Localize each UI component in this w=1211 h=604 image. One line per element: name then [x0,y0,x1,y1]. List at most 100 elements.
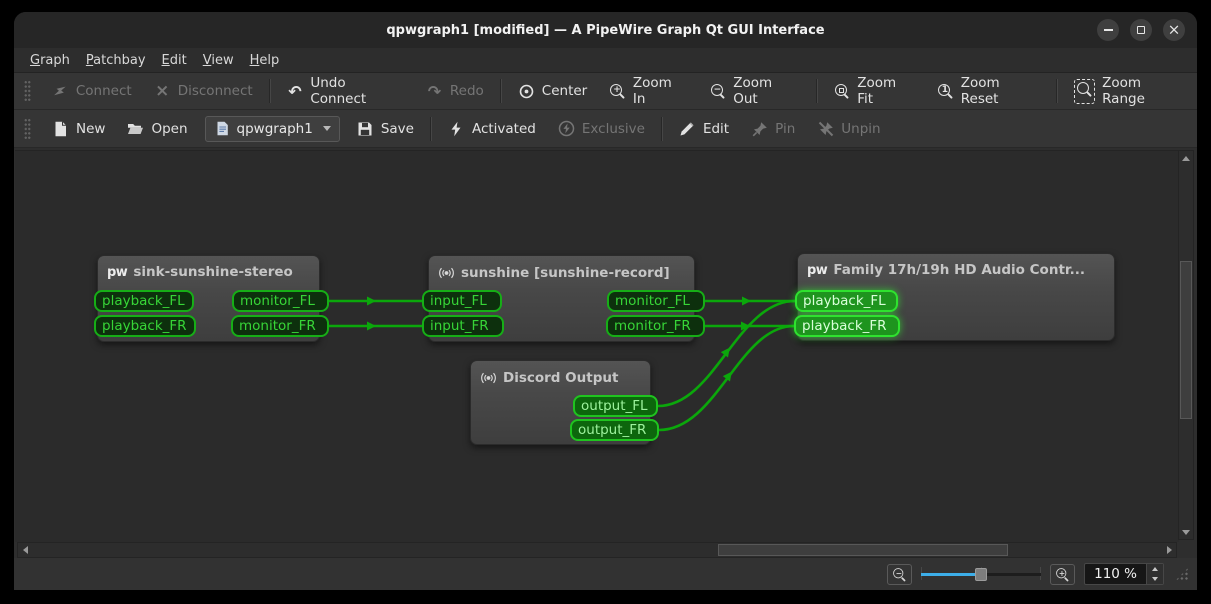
scroll-left-arrow[interactable] [18,543,32,557]
chevron-down-icon [323,126,331,131]
patchbay-file-icon [214,120,231,137]
lightning-circle-icon [558,120,575,137]
titlebar: qpwgraph1 [modified] — A PipeWire Graph … [14,12,1197,48]
toolbar-separator [500,79,502,103]
pin-icon [751,120,768,137]
close-button[interactable]: × [1163,19,1185,41]
exclusive-label: Exclusive [582,121,645,137]
zoom-slider[interactable] [921,565,1041,583]
toolbar-separator [269,79,271,103]
zoom-out-label: Zoom Out [733,75,799,107]
spinbox-buttons [1146,564,1163,584]
center-button[interactable]: Center [507,76,598,106]
port-playback-fl[interactable]: playback_FL [94,290,194,312]
port-monitor-fl[interactable]: monitor_FL [232,290,329,312]
pin-button[interactable]: Pin [740,114,806,144]
menu-help[interactable]: Help [242,51,288,70]
minimize-button[interactable] [1097,19,1119,41]
triangle-down-icon [1182,530,1190,535]
port-input-fr[interactable]: input_FR [422,315,504,337]
vertical-scrollbar[interactable] [1178,150,1194,540]
zoom-percent-value: 110 % [1085,564,1146,584]
port-playback-fr[interactable]: playback_FR [794,315,900,337]
toolbar-drag-handle[interactable] [24,80,31,102]
statusbar-zoom-in-button[interactable]: + [1050,564,1075,585]
connect-icon [52,83,69,100]
zoom-in-button[interactable]: + Zoom In [598,76,698,106]
unpin-button[interactable]: Unpin [806,114,891,144]
zoom-slider-handle[interactable] [975,568,987,581]
statusbar: − + 110 % [14,558,1197,590]
connect-button[interactable]: Connect [41,76,143,106]
open-folder-icon [127,120,144,137]
session-combobox-value: qpwgraph1 [237,121,313,137]
horizontal-scrollbar[interactable] [17,542,1177,558]
port-input-fl[interactable]: input_FL [422,290,502,312]
port-output-fr[interactable]: output_FR [570,419,659,441]
slider-track-filled [921,573,979,576]
zoom-fit-label: Zoom Fit [857,75,915,107]
zoom-out-button[interactable]: − Zoom Out [699,76,811,106]
zoom-range-icon [1074,79,1095,104]
activated-label: Activated [472,121,536,137]
vertical-scrollbar-thumb[interactable] [1180,261,1192,419]
pin-label: Pin [775,121,795,137]
session-combobox[interactable]: qpwgraph1 [205,116,340,142]
slider-track-empty [979,573,1041,576]
disconnect-icon: × [154,83,171,100]
open-button[interactable]: Open [116,114,198,144]
activated-button[interactable]: Activated [437,114,547,144]
zoom-percent-spinbox[interactable]: 110 % [1084,563,1164,585]
redo-label: Redo [450,83,484,99]
app-window: qpwgraph1 [modified] — A PipeWire Graph … [14,12,1197,590]
maximize-button[interactable] [1130,19,1152,41]
new-label: New [76,121,105,137]
zoom-range-button[interactable]: Zoom Range [1063,76,1197,106]
zoom-fit-icon [834,83,851,100]
spin-down-button[interactable] [1147,574,1163,584]
toolbar-drag-handle[interactable] [24,118,31,140]
toolbar-separator [661,117,663,141]
undo-connect-button[interactable]: ↶ Undo Connect [276,76,415,106]
edit-button[interactable]: Edit [668,114,740,144]
scroll-right-arrow[interactable] [1162,543,1176,557]
redo-icon: ↷ [426,83,443,100]
lightning-icon [448,120,465,137]
graph-viewport[interactable]: pw sink-sunshine-stereo sunshine [sunshi… [15,150,1179,542]
horizontal-scrollbar-thumb[interactable] [718,544,1008,556]
open-label: Open [151,121,187,137]
new-button[interactable]: New [41,114,116,144]
menu-patchbay[interactable]: Patchbay [78,51,154,70]
close-icon: × [1168,22,1181,37]
scroll-down-arrow[interactable] [1179,525,1193,539]
port-monitor-fr[interactable]: monitor_FR [231,315,329,337]
spin-up-button[interactable] [1147,564,1163,574]
save-button[interactable]: Save [346,114,425,144]
menu-graph[interactable]: Graph [22,51,78,70]
triangle-right-icon [1167,546,1172,554]
wire-arrow-icon [742,297,751,306]
port-output-fl[interactable]: output_FL [573,395,658,417]
undo-connect-label: Undo Connect [310,75,404,107]
exclusive-button[interactable]: Exclusive [547,114,656,144]
zoom-reset-label: Zoom Reset [961,75,1040,107]
redo-button[interactable]: ↷ Redo [415,76,495,106]
scroll-up-arrow[interactable] [1179,151,1193,165]
zoom-in-label: Zoom In [633,75,688,107]
save-label: Save [381,121,414,137]
menu-edit[interactable]: Edit [154,51,195,70]
statusbar-zoom-out-button[interactable]: − [887,564,912,585]
minimize-icon [1104,29,1113,31]
center-label: Center [542,83,587,99]
zoom-reset-button[interactable]: 1 Zoom Reset [926,76,1051,106]
zoom-fit-button[interactable]: Zoom Fit [823,76,927,106]
port-playback-fl[interactable]: playback_FL [795,290,898,312]
port-playback-fr[interactable]: playback_FR [94,315,196,337]
window-resize-grip[interactable] [1175,567,1189,581]
undo-icon: ↶ [287,83,304,100]
port-monitor-fl[interactable]: monitor_FL [607,290,705,312]
disconnect-button[interactable]: × Disconnect [143,76,264,106]
new-document-icon [52,120,69,137]
menu-view[interactable]: View [195,51,242,70]
port-monitor-fr[interactable]: monitor_FR [606,315,705,337]
